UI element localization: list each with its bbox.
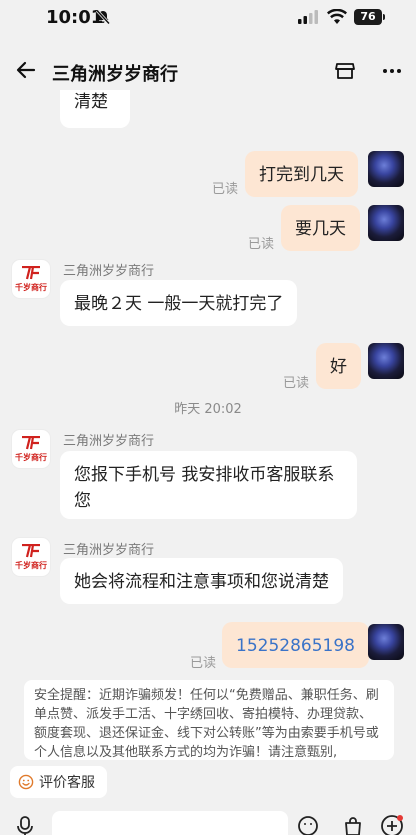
warning-text: 安全提醒：近期诈骗频发！任何以“免费赠品、兼职任务、刷单点赞、派发手工活、十字绣… [34, 688, 379, 760]
message-input[interactable] [52, 811, 288, 835]
message-text: 您报下手机号 我安排收币客服联系 [74, 465, 335, 485]
message-incoming[interactable]: 最晚２天 一般一天就打完了 [60, 280, 298, 326]
message-text: 打完到几天 [259, 165, 344, 185]
shop-logo-text: 千岁商行 [15, 453, 47, 462]
shop-logo-text: 千岁商行 [15, 283, 47, 292]
bell-off-icon [95, 9, 111, 25]
wifi-icon [327, 9, 347, 24]
read-status: 已读 [283, 376, 310, 391]
shop-avatar[interactable]: 千岁商行 [12, 430, 50, 468]
chat-area[interactable]: 清楚 已读 打完到几天 已读 要几天 千岁商行 三角洲岁岁商行 最晚２天 一般一… [0, 90, 416, 760]
read-status: 已读 [248, 237, 275, 252]
shop-icon[interactable] [333, 59, 357, 83]
message-incoming[interactable]: 她会将流程和注意事项和您说清楚 [60, 558, 343, 604]
sender-name: 三角洲岁岁商行 [63, 264, 155, 279]
shop-logo-icon [22, 544, 40, 558]
message-timestamp: 昨天 20:02 [174, 402, 242, 417]
status-bar: 10:01 76 [0, 0, 416, 44]
mic-icon[interactable] [14, 815, 36, 835]
my-avatar[interactable] [368, 205, 404, 241]
rate-label: 评价客服 [39, 775, 95, 791]
plus-icon[interactable] [380, 814, 404, 835]
battery-icon: 76 [354, 9, 382, 25]
page-title: 三角洲岁岁商行 [52, 64, 178, 85]
shop-logo-text: 千岁商行 [15, 561, 47, 570]
shop-logo-icon [22, 266, 40, 280]
message-incoming[interactable]: 清楚 [60, 90, 130, 128]
signal-icon [298, 10, 318, 24]
shop-logo-icon [22, 436, 40, 450]
my-avatar[interactable] [368, 151, 404, 187]
emoji-icon[interactable] [297, 815, 319, 835]
message-text: 清楚 [74, 92, 108, 112]
my-avatar[interactable] [368, 624, 404, 660]
rate-service-button[interactable]: 评价客服 [10, 766, 107, 798]
more-icon[interactable] [380, 59, 404, 83]
my-avatar[interactable] [368, 343, 404, 379]
shop-avatar[interactable]: 千岁商行 [12, 260, 50, 298]
message-outgoing[interactable]: 打完到几天 [245, 151, 358, 197]
message-text: 您 [74, 491, 91, 511]
message-text: 好 [330, 357, 347, 377]
back-arrow-icon[interactable] [14, 58, 38, 82]
input-bar [0, 805, 416, 835]
sender-name: 三角洲岁岁商行 [63, 434, 155, 449]
smile-icon [18, 774, 34, 790]
shop-avatar[interactable]: 千岁商行 [12, 538, 50, 576]
phone-number-message[interactable]: 15252865198 [222, 622, 369, 668]
message-text: 她会将流程和注意事项和您说清楚 [74, 572, 329, 592]
message-outgoing[interactable]: 要几天 [281, 205, 360, 251]
safety-warning: 安全提醒：近期诈骗频发！任何以“免费赠品、兼职任务、刷单点赞、派发手工活、十字绣… [24, 680, 394, 760]
read-status: 已读 [212, 182, 239, 197]
battery-tip [383, 14, 385, 20]
message-incoming[interactable]: 您报下手机号 我安排收币客服联系 您 [60, 451, 357, 519]
message-text: 最晚２天 一般一天就打完了 [74, 294, 284, 314]
sender-name: 三角洲岁岁商行 [63, 543, 155, 558]
message-text: 要几天 [295, 219, 346, 239]
message-text[interactable]: 15252865198 [236, 636, 355, 656]
message-outgoing[interactable]: 好 [316, 343, 361, 389]
read-status: 已读 [190, 656, 217, 671]
bag-icon[interactable] [342, 815, 364, 835]
